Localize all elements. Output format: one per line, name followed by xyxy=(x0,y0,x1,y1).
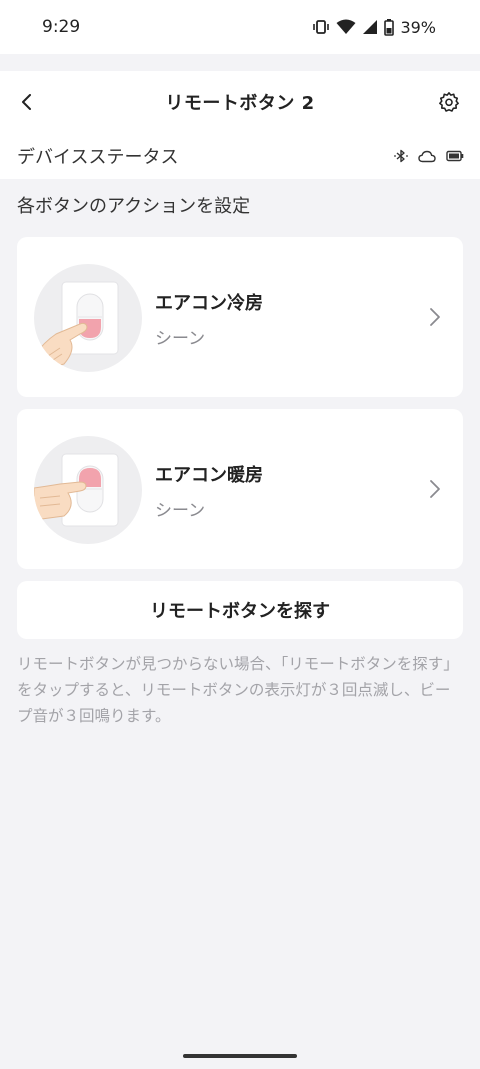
bluetooth-icon xyxy=(394,149,408,163)
battery-icon xyxy=(446,150,464,162)
action-title: エアコン暖房 xyxy=(155,465,263,486)
back-icon xyxy=(22,94,31,110)
button-illustration-bottom-pressed xyxy=(34,436,142,544)
settings-button[interactable] xyxy=(436,89,462,115)
header: リモートボタン 2 デバイスステータス xyxy=(0,71,480,179)
find-remote-button[interactable]: リモートボタンを探す xyxy=(17,581,463,639)
home-indicator[interactable] xyxy=(183,1054,297,1058)
action-subtitle: シーン xyxy=(155,329,206,349)
battery-percent: 39% xyxy=(400,17,436,37)
help-text: リモートボタンが見つからない場合、「リモートボタンを探す」をタップすると、リモー… xyxy=(17,655,459,725)
status-time: 9:29 xyxy=(42,17,81,37)
status-bar: 9:29 39% xyxy=(0,0,480,54)
top-spacer xyxy=(0,54,480,71)
chevron-right-icon xyxy=(430,308,440,326)
page-title: リモートボタン 2 xyxy=(165,93,315,114)
chevron-right-icon xyxy=(430,480,440,498)
battery-status-icon xyxy=(384,18,395,36)
section-title: 各ボタンのアクションを設定 xyxy=(17,196,251,217)
cloud-icon xyxy=(418,150,436,162)
back-button[interactable] xyxy=(14,89,40,115)
action-title: エアコン冷房 xyxy=(155,293,263,314)
device-status-icons xyxy=(394,149,464,163)
device-status-label: デバイスステータス xyxy=(17,147,179,168)
action-card-heating[interactable]: エアコン暖房 シーン xyxy=(17,409,463,569)
action-card-cooling[interactable]: エアコン冷房 シーン xyxy=(17,237,463,397)
button-illustration-top-pressed xyxy=(34,264,142,372)
gear-icon xyxy=(439,92,459,112)
action-subtitle: シーン xyxy=(155,501,206,521)
device-status-row: デバイスステータス xyxy=(0,133,480,179)
status-icons-group: 39% xyxy=(312,18,436,37)
vibrate-icon xyxy=(312,19,330,35)
nav-bar: リモートボタン 2 xyxy=(0,71,480,133)
wifi-icon xyxy=(336,19,356,35)
signal-icon xyxy=(362,19,378,35)
